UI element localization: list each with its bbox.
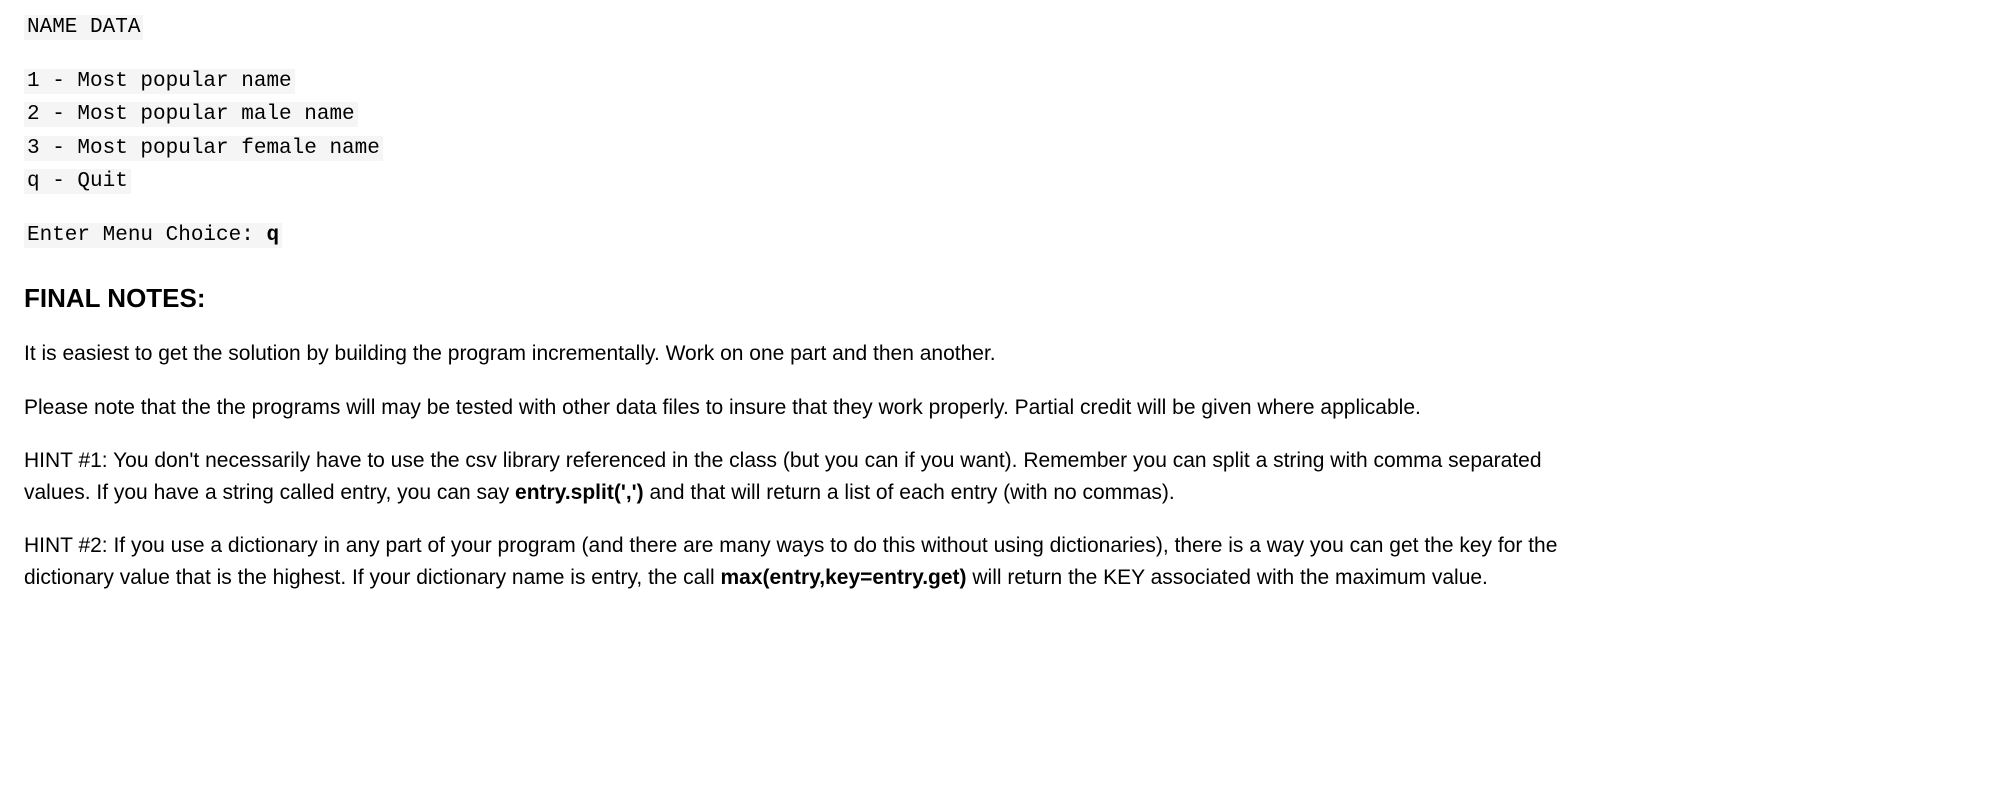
menu-option-2: 2 - Most popular male name xyxy=(24,99,1972,131)
menu-prompt-wrap: Enter Menu Choice: q xyxy=(24,223,282,248)
menu-prompt: Enter Menu Choice: xyxy=(27,224,266,247)
menu-option-3-text: 3 - Most popular female name xyxy=(24,136,383,161)
menu-header-line: NAME DATA xyxy=(24,12,1972,44)
menu-option-1-text: 1 - Most popular name xyxy=(24,69,295,94)
hint2-code: max(entry,key=entry.get) xyxy=(720,566,966,589)
menu-option-1: 1 - Most popular name xyxy=(24,66,1972,98)
hint1-text-b: and that will return a list of each entr… xyxy=(644,481,1175,504)
hint1-code: entry.split(',') xyxy=(515,481,644,504)
hint2-text-b: will return the KEY associated with the … xyxy=(967,566,1488,589)
document-body: NAME DATA 1 - Most popular name 2 - Most… xyxy=(0,0,1996,639)
menu-code-block: NAME DATA 1 - Most popular name 2 - Most… xyxy=(24,12,1972,251)
menu-option-q: q - Quit xyxy=(24,166,1972,198)
paragraph-hint-2: HINT #2: If you use a dictionary in any … xyxy=(24,530,1564,593)
menu-prompt-line: Enter Menu Choice: q xyxy=(24,220,1972,252)
menu-option-2-text: 2 - Most popular male name xyxy=(24,102,358,127)
menu-option-q-text: q - Quit xyxy=(24,169,131,194)
menu-input: q xyxy=(266,224,279,247)
spacer xyxy=(24,200,1972,218)
spacer xyxy=(24,46,1972,64)
paragraph-testing: Please note that the the programs will m… xyxy=(24,392,1564,424)
paragraph-hint-1: HINT #1: You don't necessarily have to u… xyxy=(24,445,1564,508)
paragraph-incremental: It is easiest to get the solution by bui… xyxy=(24,338,1564,370)
menu-option-3: 3 - Most popular female name xyxy=(24,133,1972,165)
final-notes-heading: FINAL NOTES: xyxy=(24,279,1972,318)
menu-header: NAME DATA xyxy=(24,15,143,40)
